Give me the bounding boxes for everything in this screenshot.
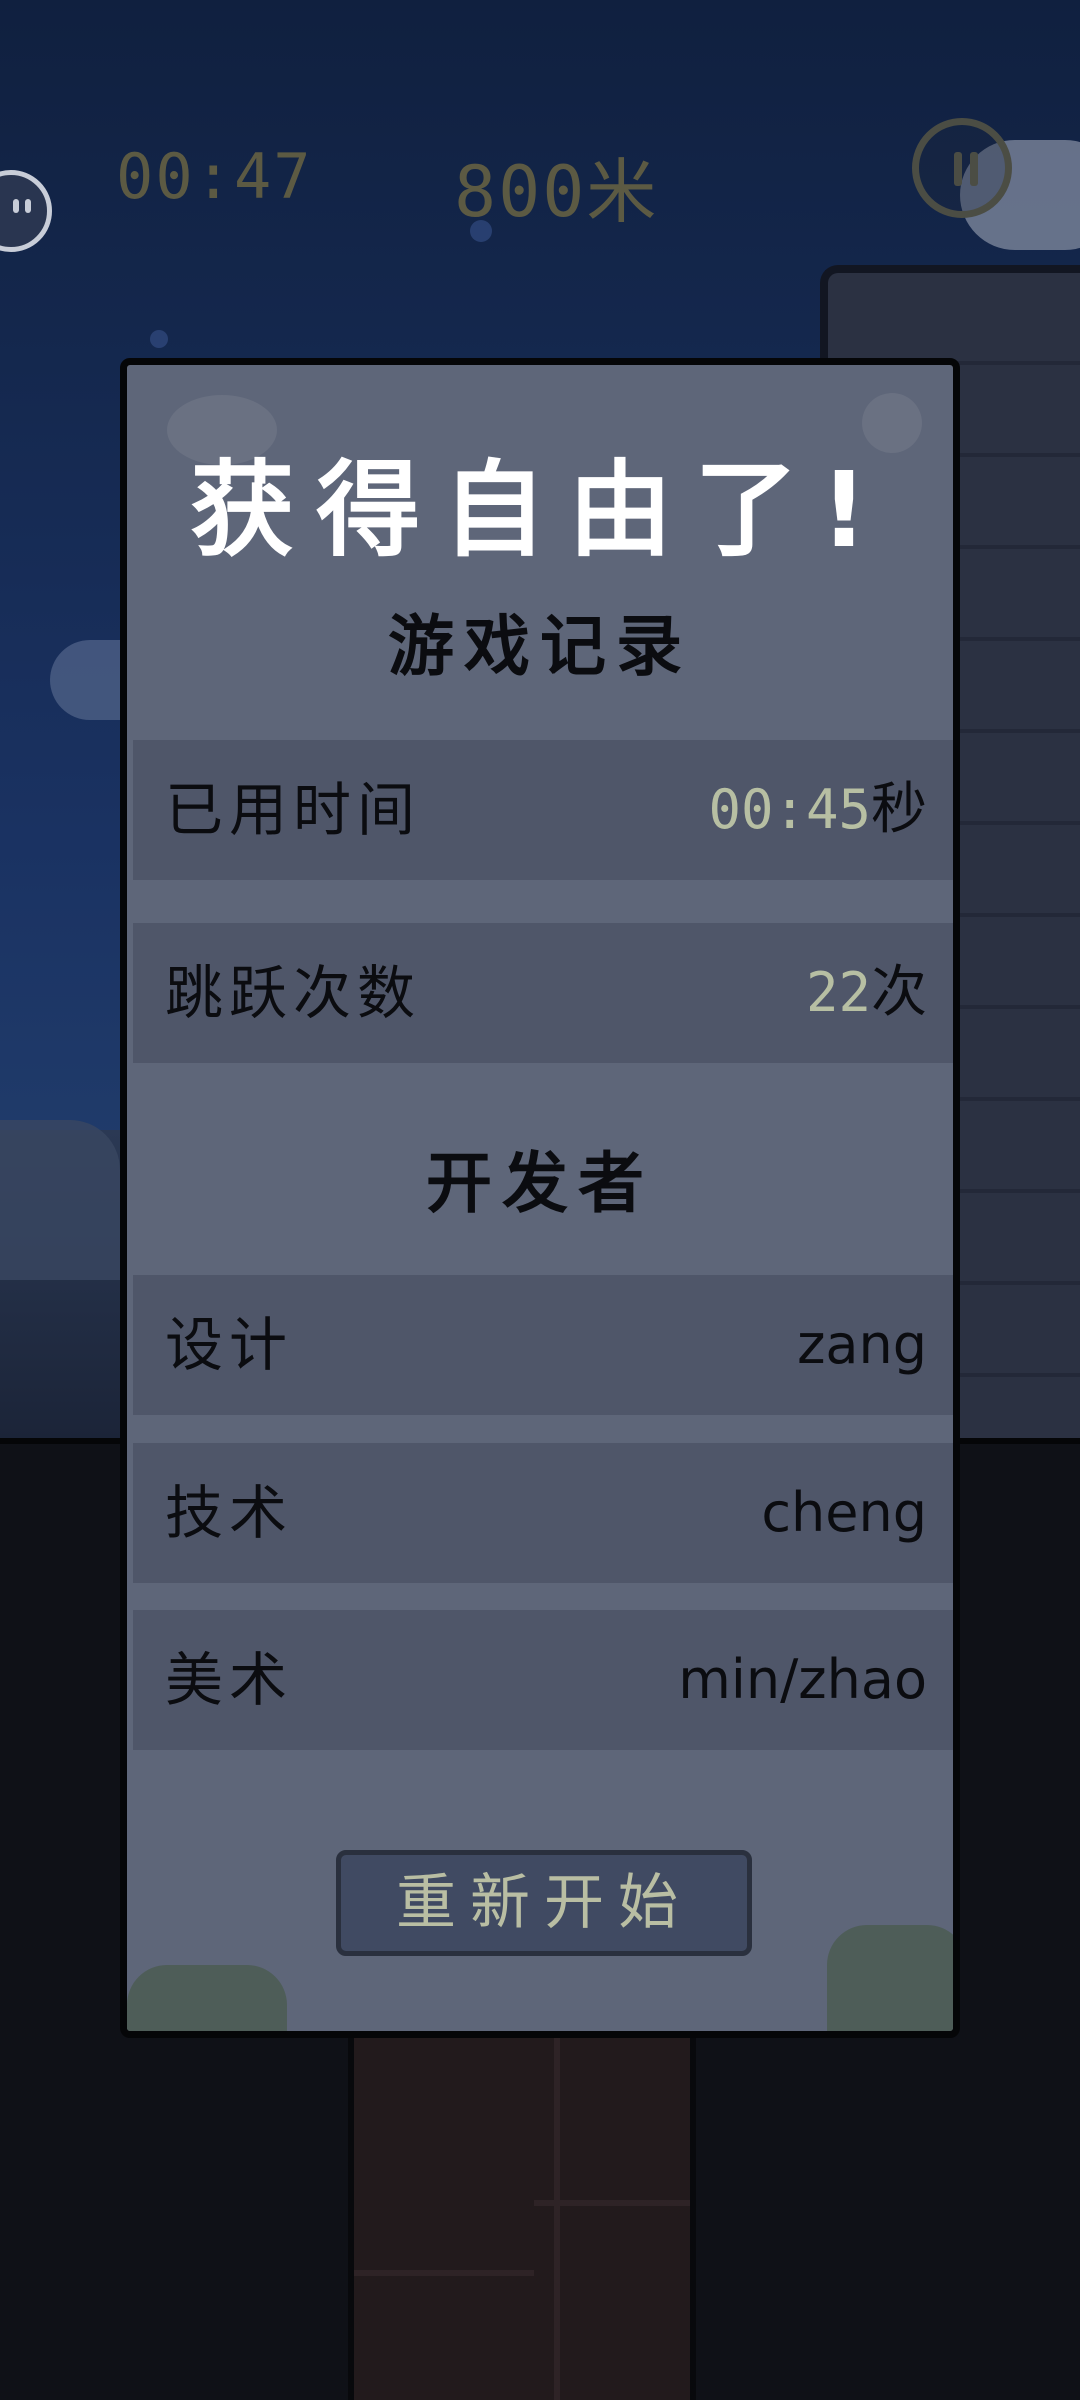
- restart-button[interactable]: 重新开始: [336, 1850, 752, 1956]
- trunk-line: [534, 2200, 690, 2206]
- record-value: 00:45秒: [708, 740, 927, 880]
- developer-role: 设计: [165, 1311, 294, 1379]
- developer-row-design: 设计 zang: [133, 1275, 953, 1415]
- developer-role: 技术: [165, 1479, 294, 1547]
- record-row-jumps: 跳跃次数 22次: [133, 923, 953, 1063]
- record-label: 已用时间: [165, 776, 422, 844]
- record-value: 22次: [806, 923, 927, 1063]
- record-unit: 秒: [871, 777, 927, 842]
- record-number: 00:45: [708, 778, 871, 841]
- record-label: 跳跃次数: [165, 959, 422, 1027]
- record-number: 22: [805, 961, 871, 1024]
- game-screen: 00:47 800米 获得自由了! 游戏记录 已用时间 00:45秒 跳跃次数 …: [0, 0, 1080, 2400]
- pause-icon[interactable]: [912, 118, 1012, 218]
- developer-row-art: 美术 min/zhao: [133, 1610, 953, 1750]
- developer-row-tech: 技术 cheng: [133, 1443, 953, 1583]
- background-hill: [0, 1120, 120, 1280]
- distance-display: 800米: [454, 151, 659, 233]
- trunk-line: [354, 2270, 534, 2276]
- developer-name: cheng: [761, 1481, 927, 1544]
- decor-bush: [827, 1925, 953, 2031]
- background-tree-trunk: [348, 2030, 696, 2400]
- record-row-time: 已用时间 00:45秒: [133, 740, 953, 880]
- result-dialog: 获得自由了! 游戏记录 已用时间 00:45秒 跳跃次数 22次 开发者 设计 …: [120, 358, 960, 2038]
- record-unit: 次: [871, 960, 927, 1025]
- timer-display: 00:47: [116, 140, 313, 213]
- trunk-line: [554, 2030, 560, 2400]
- dialog-title: 获得自由了!: [190, 449, 890, 571]
- record-section-title: 游戏记录: [388, 608, 692, 685]
- ghost-face-icon[interactable]: [0, 170, 52, 252]
- developer-name: zang: [797, 1313, 927, 1376]
- developer-name: min/zhao: [678, 1648, 927, 1711]
- background-star: [150, 330, 168, 348]
- developer-role: 美术: [165, 1646, 294, 1714]
- developer-section-title: 开发者: [426, 1145, 654, 1222]
- decor-bush: [127, 1965, 287, 2031]
